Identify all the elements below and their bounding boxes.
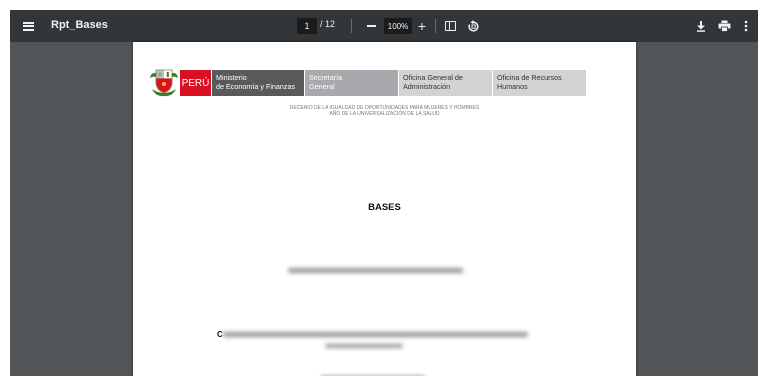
rotate-icon [467, 19, 478, 32]
peru-coat-of-arms-icon [150, 69, 178, 97]
decenio-text: DECENIO DE LA IGUALDAD DE OPORTUNIDADES … [289, 105, 480, 117]
download-button[interactable] [693, 18, 709, 34]
ministry-label: Ministerio de Economía y Finanzas [212, 70, 304, 96]
pdf-page: PERÚ Ministerio de Economía y Finanzas S… [133, 42, 636, 376]
redacted-convocatoria-line [223, 332, 528, 337]
pdf-viewer: Rpt_Bases / 12 + [10, 10, 758, 376]
fit-to-page-button[interactable] [442, 18, 458, 34]
redacted-proceso-line [288, 268, 463, 273]
rotate-button[interactable] [465, 18, 481, 34]
zoom-level-input[interactable] [384, 18, 412, 34]
oficina-administracion-label: Oficina General de Administración [399, 70, 492, 96]
minus-icon [366, 25, 376, 27]
download-icon [697, 21, 705, 32]
more-options-button[interactable] [740, 18, 752, 34]
zoom-out-button[interactable] [363, 18, 379, 34]
oficina-rrhh-label: Oficina de Recursos Humanos [493, 70, 586, 96]
zoom-in-button[interactable]: + [414, 17, 430, 34]
toolbar-divider [435, 19, 436, 33]
redacted-servicios-line [325, 344, 403, 348]
menu-button[interactable] [20, 18, 36, 34]
convocatoria-initial: C [217, 330, 223, 339]
toolbar-divider [351, 19, 352, 33]
document-title: Rpt_Bases [51, 19, 108, 31]
page-total: / 12 [320, 19, 336, 29]
document-title-bases: BASES [368, 202, 401, 213]
fit-to-page-icon [444, 21, 456, 31]
more-vertical-icon [744, 20, 748, 32]
viewer-toolbar: Rpt_Bases / 12 + [10, 10, 758, 42]
print-button[interactable] [716, 18, 732, 34]
document-header: PERÚ Ministerio de Economía y Finanzas S… [150, 67, 610, 97]
peru-label: PERÚ [180, 70, 211, 96]
page-number-input[interactable] [297, 18, 317, 34]
menu-icon [22, 21, 34, 31]
secretaria-label: Secretaría General [305, 70, 398, 96]
print-icon [718, 20, 730, 32]
